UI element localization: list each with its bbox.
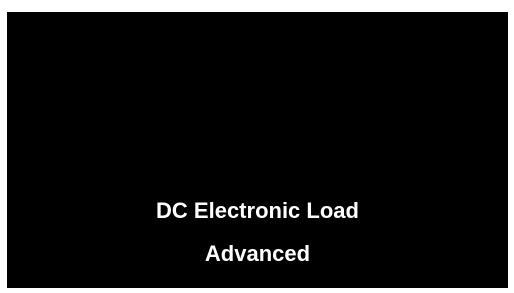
product-title-text: DC Electronic Load — [156, 198, 359, 223]
device-display-screen: DC Electronic Load Advanced — [7, 12, 508, 288]
product-subtitle-text: Advanced — [204, 241, 311, 266]
